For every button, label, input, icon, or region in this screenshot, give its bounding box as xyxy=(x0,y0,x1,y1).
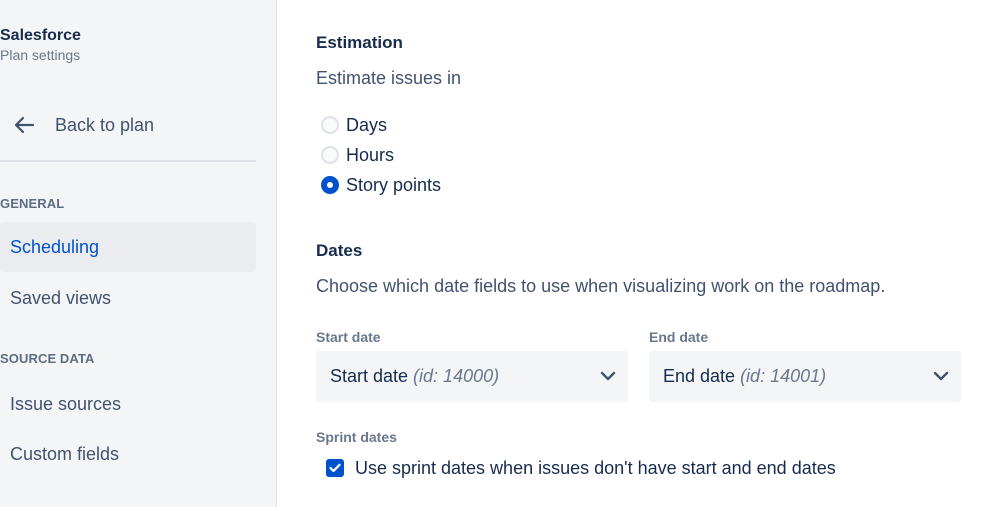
sidebar-item-scheduling[interactable]: Scheduling xyxy=(0,222,256,272)
estimation-title: Estimation xyxy=(316,33,403,52)
dates-title: Dates xyxy=(316,241,363,260)
project-name: Salesforce xyxy=(0,27,81,44)
dates-description: Choose which date fields to use when vis… xyxy=(316,276,886,296)
radio-button[interactable] xyxy=(321,146,339,164)
radio-button[interactable] xyxy=(321,116,339,134)
end-date-select[interactable]: End date (id: 14001) xyxy=(649,351,961,402)
select-value: Start date xyxy=(330,366,409,386)
back-to-plan-link[interactable]: Back to plan xyxy=(0,110,256,140)
arrow-left-icon xyxy=(14,116,35,134)
radio-label: Days xyxy=(346,114,388,135)
radio-button-selected[interactable] xyxy=(321,176,339,194)
estimation-prompt: Estimate issues in xyxy=(316,68,462,88)
radio-hours[interactable]: Hours xyxy=(321,143,394,167)
sprint-dates-checkbox-label: Use sprint dates when issues don't have … xyxy=(355,457,836,478)
section-heading-source-data: SOURCE DATA xyxy=(0,351,95,366)
select-id: (id: 14001) xyxy=(740,366,827,386)
section-heading-general: GENERAL xyxy=(0,196,65,211)
sidebar-item-label: Scheduling xyxy=(10,236,100,257)
start-date-label: Start date xyxy=(316,329,381,345)
sprint-dates-checkbox[interactable] xyxy=(326,459,344,477)
sidebar: Salesforce Plan settings Back to plan GE… xyxy=(0,0,277,507)
chevron-down-icon xyxy=(600,371,616,381)
select-id: (id: 14000) xyxy=(413,366,500,386)
sprint-dates-label: Sprint dates xyxy=(316,429,397,445)
sidebar-item-label: Custom fields xyxy=(10,443,120,464)
checkmark-icon xyxy=(329,463,341,473)
sidebar-item-custom-fields[interactable]: Custom fields xyxy=(0,429,256,479)
main-content: Estimation Estimate issues in Days Hours… xyxy=(278,0,998,507)
sidebar-item-issue-sources[interactable]: Issue sources xyxy=(0,379,256,429)
radio-story-points[interactable]: Story points xyxy=(321,173,441,197)
start-date-select[interactable]: Start date (id: 14000) xyxy=(316,351,628,402)
sidebar-item-saved-views[interactable]: Saved views xyxy=(0,273,256,323)
sidebar-item-label: Issue sources xyxy=(10,393,122,414)
radio-label: Story points xyxy=(346,174,442,195)
end-date-label: End date xyxy=(649,329,709,345)
chevron-down-icon xyxy=(933,371,949,381)
sidebar-divider xyxy=(0,160,256,162)
select-value: End date xyxy=(663,366,736,386)
radio-label: Hours xyxy=(346,144,395,165)
sidebar-item-label: Saved views xyxy=(10,287,112,308)
project-subtitle: Plan settings xyxy=(0,47,81,63)
sprint-dates-checkbox-row[interactable]: Use sprint dates when issues don't have … xyxy=(326,456,836,480)
back-to-plan-label: Back to plan xyxy=(55,115,155,135)
radio-days[interactable]: Days xyxy=(321,113,387,137)
